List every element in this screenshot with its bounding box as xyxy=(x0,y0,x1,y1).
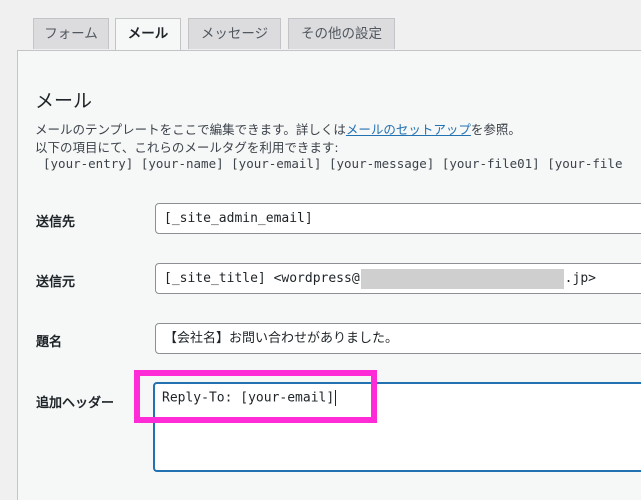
mail-tags-list: [your-entry] [your-name] [your-email] [y… xyxy=(43,156,623,171)
headers-value: Reply-To: [your-email] xyxy=(162,390,335,406)
section-description: メールのテンプレートをここで編集できます。詳しくはメールのセットアップを参照。 xyxy=(35,119,521,138)
description-text: メールのテンプレートをここで編集できます。詳しくは xyxy=(35,122,346,137)
redacted-domain xyxy=(360,268,564,289)
subject-label: 題名 xyxy=(36,335,63,350)
tab-additional-settings[interactable]: その他の設定 xyxy=(288,18,395,49)
to-field[interactable]: [_site_admin_email] xyxy=(155,203,641,234)
from-value-suffix: .jp> xyxy=(564,271,596,286)
from-value-prefix: [_site_title] <wordpress@ xyxy=(164,271,360,286)
mail-setup-link[interactable]: メールのセットアップ xyxy=(346,122,471,137)
subject-field[interactable]: 【会社名】お問い合わせがありました。 xyxy=(155,323,641,354)
to-label: 送信先 xyxy=(36,215,76,230)
tab-mail[interactable]: メール xyxy=(115,18,181,51)
mail-tags-intro: 以下の項目にて、これらのメールタグを利用できます: xyxy=(35,140,339,155)
additional-headers-textarea[interactable]: Reply-To: [your-email] xyxy=(153,382,641,472)
text-caret xyxy=(335,390,337,406)
additional-headers-label: 追加ヘッダー xyxy=(36,396,115,411)
from-field[interactable]: [_site_title] <wordpress@ .jp> xyxy=(155,263,641,294)
tab-form[interactable]: フォーム xyxy=(33,18,109,49)
tab-messages[interactable]: メッセージ xyxy=(188,18,281,49)
from-label: 送信元 xyxy=(36,275,76,290)
description-suffix: を参照。 xyxy=(470,122,521,137)
section-title: メール xyxy=(35,90,93,112)
